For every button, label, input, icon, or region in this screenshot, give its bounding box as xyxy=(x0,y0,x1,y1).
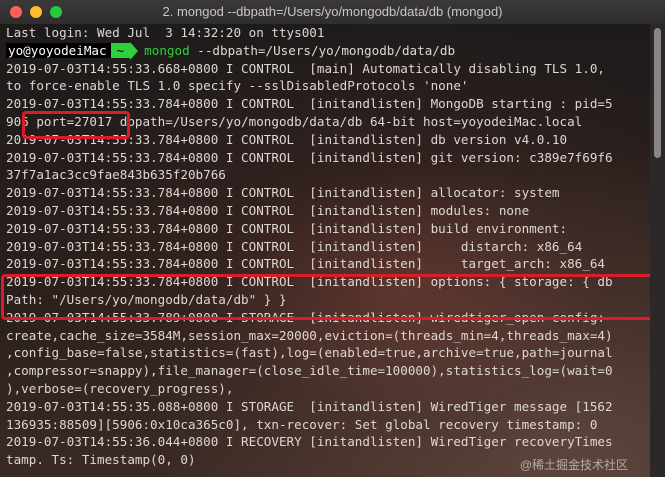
terminal-window: 2. mongod --dbpath=/Users/yo/mongodb/dat… xyxy=(0,0,665,477)
log-line: to force-enable TLS 1.0 specify --sslDis… xyxy=(6,78,469,94)
log-line: 136935:88509][5906:0x10ca365c0], txn-rec… xyxy=(6,416,598,432)
log-line: 906 port=27017 dbpath=/Users/yo/mongodb/… xyxy=(6,113,583,129)
log-line: ,compressor=snappy),file_manager=(close_… xyxy=(6,363,613,379)
log-line: 2019-07-03T14:55:33.784+0800 I CONTROL [… xyxy=(6,96,613,112)
log-line: 2019-07-03T14:55:33.784+0800 I CONTROL [… xyxy=(6,238,583,254)
log-line: 2019-07-03T14:55:33.784+0800 I CONTROL [… xyxy=(6,256,605,272)
log-line: 2019-07-03T14:55:35.088+0800 I STORAGE [… xyxy=(6,398,613,414)
log-line: 2019-07-03T14:55:36.044+0800 I RECOVERY … xyxy=(6,434,613,450)
prompt-line: yo@yoyodeiMac ~ mongod --dbpath=/Users/yo/… xyxy=(6,42,646,61)
prompt-user: yo@yoyodeiMac xyxy=(6,42,111,58)
last-login-line: Last login: Wed Jul 3 14:32:20 on ttys00… xyxy=(6,25,325,40)
log-line: 2019-07-03T14:55:33.784+0800 I CONTROL [… xyxy=(6,149,613,165)
log-line: 2019-07-03T14:55:33.789+0800 I STORAGE [… xyxy=(6,309,605,325)
log-line: 2019-07-03T14:55:33.668+0800 I CONTROL [… xyxy=(6,60,605,76)
log-line: Path: "/Users/yo/mongodb/data/db" } } xyxy=(6,291,287,307)
watermark: @稀土掘金技术社区 xyxy=(519,458,628,472)
log-line: ),verbose=(recovery_progress), xyxy=(6,380,234,396)
log-line: 2019-07-03T14:55:33.784+0800 I CONTROL [… xyxy=(6,274,613,290)
log-line: ,config_base=false,statistics=(fast),log… xyxy=(6,345,613,361)
window-title: 2. mongod --dbpath=/Users/yo/mongodb/dat… xyxy=(162,4,503,19)
title-bar: 2. mongod --dbpath=/Users/yo/mongodb/dat… xyxy=(0,0,665,25)
log-line: create,cache_size=3584M,session_max=2000… xyxy=(6,327,613,343)
scrollbar[interactable] xyxy=(650,24,665,477)
prompt-arrow-icon xyxy=(130,42,139,61)
log-line: 2019-07-03T14:55:33.784+0800 I CONTROL [… xyxy=(6,185,560,201)
log-line: 2019-07-03T14:55:33.784+0800 I CONTROL [… xyxy=(6,202,530,218)
prompt-directory: ~ xyxy=(110,42,131,58)
terminal-output[interactable]: Last login: Wed Jul 3 14:32:20 on ttys00… xyxy=(0,24,650,477)
command-name: mongod xyxy=(144,42,190,58)
log-line: 2019-07-03T14:55:33.784+0800 I CONTROL [… xyxy=(6,131,568,147)
scrollbar-thumb[interactable] xyxy=(654,28,661,158)
log-line: 2019-07-03T14:55:33.784+0800 I CONTROL [… xyxy=(6,220,568,236)
command-args: --dbpath=/Users/yo/mongodb/data/db xyxy=(189,42,456,58)
log-line: 37f7a1ac3cc9fae843b635f20b766 xyxy=(6,167,226,183)
